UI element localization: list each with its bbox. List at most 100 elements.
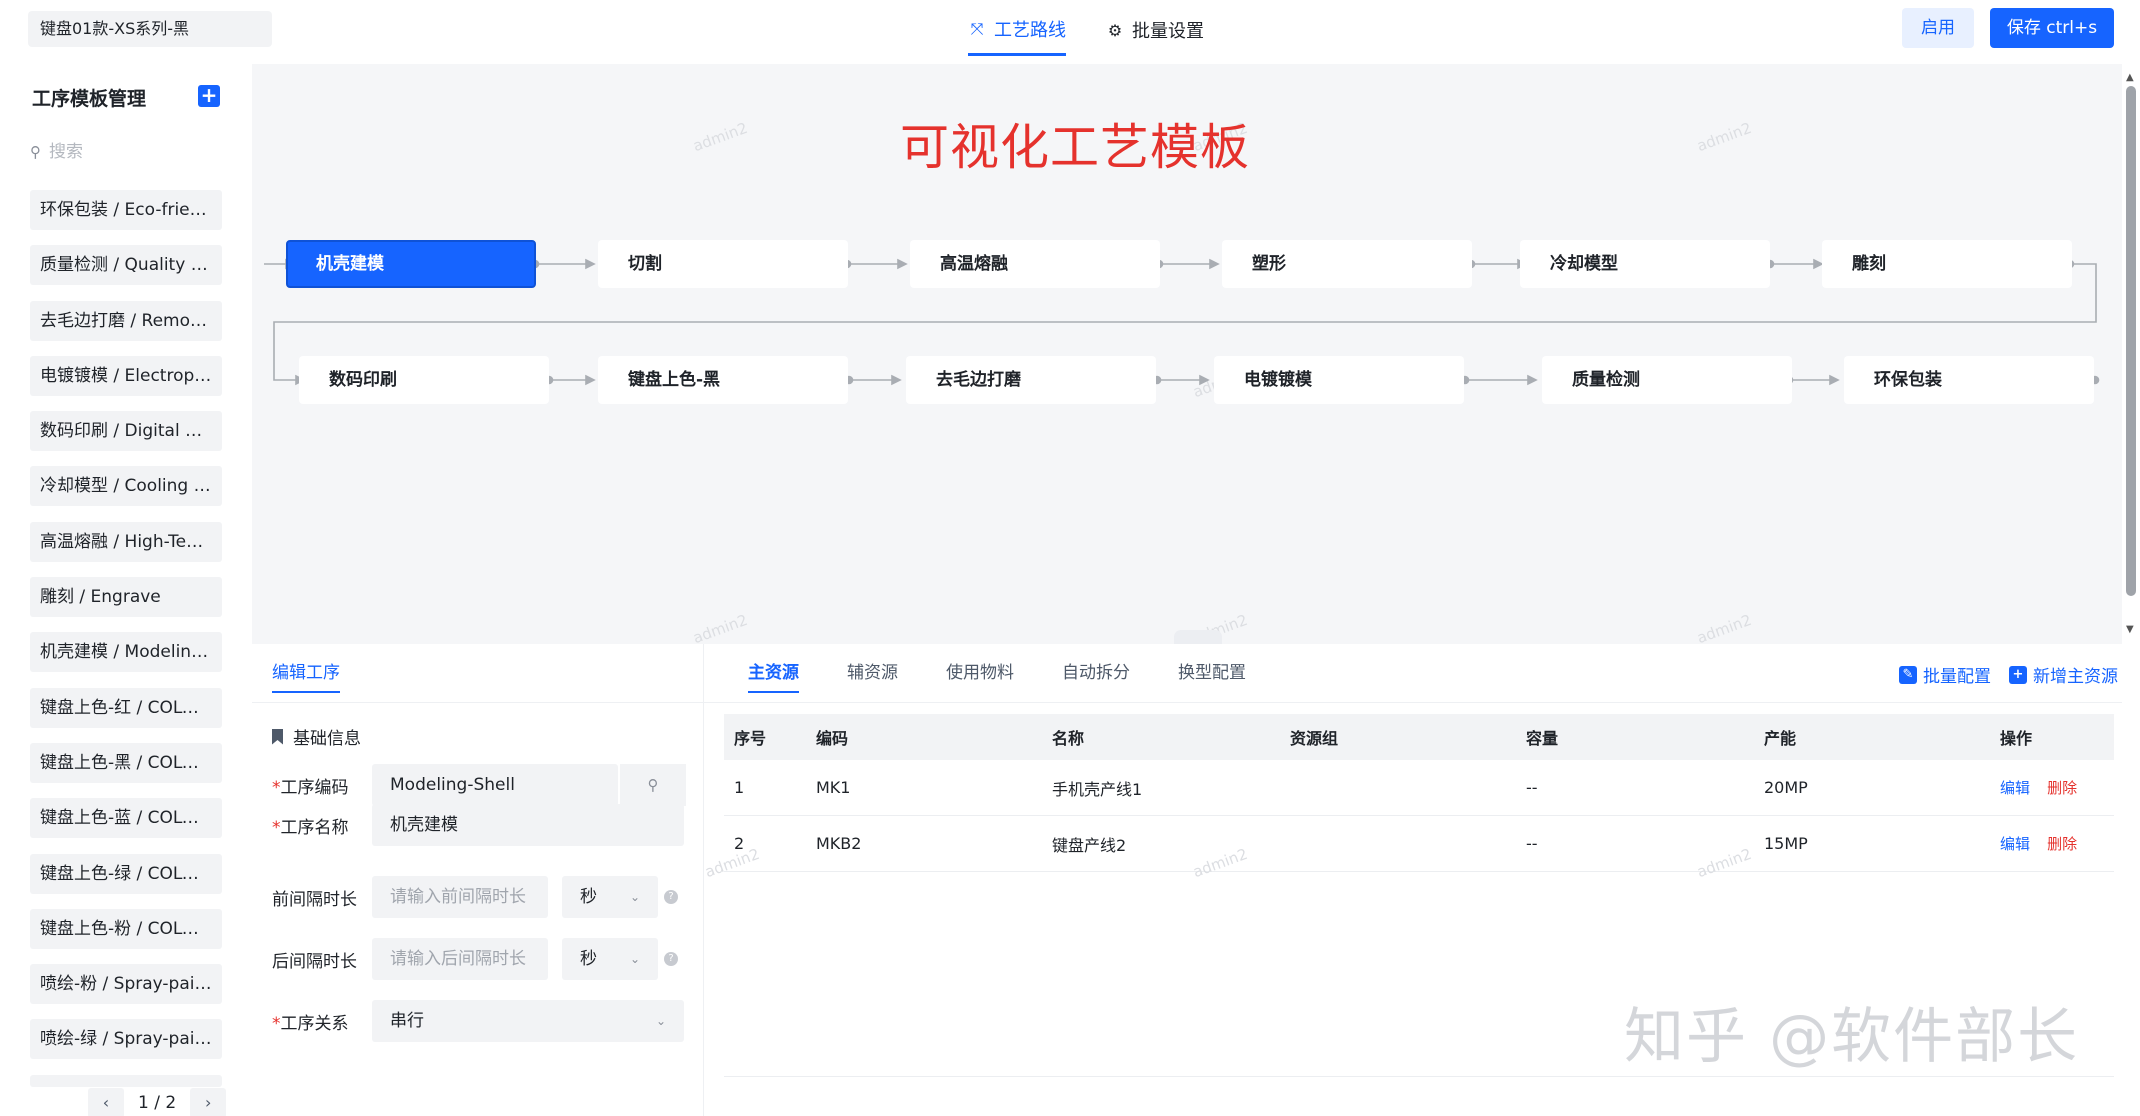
row-process-relation: *工序关系 串行 ⌄ (272, 1000, 704, 1042)
unit-value: 秒 (580, 887, 597, 907)
resource-tabs: 主资源 辅资源 使用物料 自动拆分 换型配置 (748, 658, 1246, 693)
column-header: 序号 (734, 729, 767, 748)
add-template-button[interactable]: + (198, 85, 220, 107)
help-icon[interactable]: ? (664, 952, 678, 966)
list-item[interactable]: 数码印刷 / Digital Printing (30, 411, 222, 452)
flow-node[interactable]: 质量检测 (1542, 356, 1792, 404)
pre-interval-input[interactable]: 请输入前间隔时长 (372, 876, 548, 918)
flow-node[interactable]: 高温熔融 (910, 240, 1160, 288)
list-item[interactable]: 雕刻 / Engrave (30, 577, 222, 618)
tab-edit-process[interactable]: 编辑工序 (272, 658, 340, 693)
list-item[interactable]: 环保包装 / Eco-friendly Packaging (30, 190, 222, 230)
chevron-down-icon: ⌄ (629, 952, 640, 966)
tab-aux-resource[interactable]: 辅资源 (847, 658, 898, 693)
delete-link[interactable]: 删除 (2047, 779, 2077, 797)
section-label: 基础信息 (293, 729, 361, 749)
list-item[interactable]: 键盘上色-绿 / COLOR-GREEN (30, 853, 222, 894)
field-label: *工序关系 (272, 1013, 349, 1034)
top-bar: 键盘01款-XS系列-黑 ⤧ 工艺路线 ⚙ 批量设置 启用 保存 ctrl+s (0, 0, 2140, 64)
flow-node[interactable]: 键盘上色-黑 (598, 356, 848, 404)
save-button[interactable]: 保存 ctrl+s (1990, 8, 2114, 48)
relation-value: 串行 (390, 1011, 424, 1031)
tab-process-route[interactable]: ⤧ 工艺路线 (968, 4, 1066, 56)
pre-interval-unit-select[interactable]: 秒 ⌄ (562, 876, 658, 918)
cell-code: MK1 (816, 778, 851, 797)
edit-process-panel: 编辑工序 基础信息 *工序编码 Modeling-Shell ⚲ *工序名称 机… (252, 644, 704, 1116)
cell-no: 1 (734, 778, 745, 797)
tab-changeover[interactable]: 换型配置 (1178, 658, 1246, 693)
flow-node[interactable]: 切割 (598, 240, 848, 288)
tab-batch-settings[interactable]: ⚙ 批量设置 (1106, 0, 1204, 60)
process-name-field[interactable]: 机壳建模 (372, 804, 684, 846)
enable-button[interactable]: 启用 (1902, 8, 1974, 48)
edit-link[interactable]: 编辑 (2000, 835, 2030, 853)
flow-node[interactable]: 去毛边打磨 (906, 356, 1156, 404)
scroll-up-icon[interactable]: ▲ (2126, 72, 2134, 83)
prev-page-button[interactable]: ‹ (88, 1088, 124, 1116)
process-relation-select[interactable]: 串行 ⌄ (372, 1000, 684, 1042)
batch-config-button[interactable]: ✎ 批量配置 (1899, 662, 1991, 687)
product-selector[interactable]: 键盘01款-XS系列-黑 (28, 11, 272, 47)
section-basic-info: 基础信息 (272, 724, 361, 749)
tab-auto-split[interactable]: 自动拆分 (1062, 658, 1130, 693)
list-item[interactable]: 机壳建模 / Modeling-Shell (30, 632, 222, 673)
panel-resize-handle[interactable] (1174, 630, 1222, 644)
list-item[interactable]: 喷绘-绿 / Spray-paint-green (30, 1019, 222, 1060)
add-main-resource-button[interactable]: + 新增主资源 (2009, 662, 2118, 687)
flow-node[interactable]: 数码印刷 (299, 356, 549, 404)
flow-node[interactable]: 冷却模型 (1520, 240, 1770, 288)
table-row: 1 MK1 手机壳产线1 -- 20MP 编辑 删除 (724, 760, 2114, 816)
table-header: 序号 编码 名称 资源组 容量 产能 操作 (724, 714, 2114, 760)
flow-node[interactable]: 塑形 (1222, 240, 1472, 288)
page-indicator: 1 / 2 (138, 1093, 177, 1113)
delete-link[interactable]: 删除 (2047, 835, 2077, 853)
list-item[interactable]: 键盘上色-红 / COLOR-RED (30, 687, 222, 728)
post-interval-unit-select[interactable]: 秒 ⌄ (562, 938, 658, 980)
flow-node-active[interactable]: 机壳建模 (286, 240, 536, 288)
scroll-down-icon[interactable]: ▼ (2126, 624, 2134, 635)
search-icon[interactable]: ⚲ (620, 764, 686, 806)
pagination: ‹ 1 / 2 › (88, 1088, 227, 1116)
list-item[interactable]: 去毛边打磨 / Remove Burrs (30, 300, 222, 341)
list-item (30, 1074, 222, 1087)
flow-node[interactable]: 环保包装 (1844, 356, 2094, 404)
cell-ops: 编辑 删除 (1990, 777, 2114, 798)
process-canvas[interactable]: admin2 admin2 admin2 admin2 admin2 admin… (252, 64, 2122, 644)
tab-materials[interactable]: 使用物料 (946, 658, 1014, 693)
chevron-down-icon: ⌄ (629, 890, 640, 904)
next-page-button[interactable]: › (190, 1088, 227, 1116)
cell-no: 2 (734, 834, 745, 853)
edit-icon: ✎ (1899, 665, 1917, 684)
help-icon[interactable]: ? (664, 890, 678, 904)
list-item[interactable]: 质量检测 / Quality Inspection (30, 245, 222, 286)
edit-link[interactable]: 编辑 (2000, 779, 2030, 797)
divider (724, 1076, 2114, 1077)
template-list: 环保包装 / Eco-friendly Packaging 质量检测 / Qua… (30, 190, 222, 1102)
tab-main-resource[interactable]: 主资源 (748, 658, 799, 693)
list-item[interactable]: 喷绘-粉 / Spray-paint-pink (30, 964, 222, 1005)
process-code-field[interactable]: Modeling-Shell (372, 764, 618, 806)
action-label: 新增主资源 (2033, 667, 2118, 687)
tab-label: 批量设置 (1132, 21, 1204, 42)
search-input[interactable] (49, 142, 199, 162)
flow-node[interactable]: 电镀镀模 (1214, 356, 1464, 404)
scroll-thumb[interactable] (2126, 86, 2136, 596)
canvas-scrollbar[interactable]: ▲ ▼ (2122, 64, 2140, 644)
field-label: 前间隔时长 (272, 889, 357, 910)
list-item[interactable]: 键盘上色-粉 / COLOR-PINK (30, 908, 222, 949)
resource-table: 序号 编码 名称 资源组 容量 产能 操作 1 MK1 手机壳产线1 -- 20… (724, 714, 2114, 872)
flow-connectors (264, 258, 2100, 386)
list-item[interactable]: 冷却模型 / Cooling Model (30, 466, 222, 507)
list-item[interactable]: 键盘上色-蓝 / COLOR-BLUE (30, 798, 222, 839)
post-interval-input[interactable]: 请输入后间隔时长 (372, 938, 548, 980)
tab-label: 工艺路线 (994, 19, 1066, 41)
flow-node[interactable]: 雕刻 (1822, 240, 2072, 288)
sidebar: 工序模板管理 + ⚲ 环保包装 / Eco-friendly Packaging… (0, 64, 252, 1116)
list-item[interactable]: 高温熔融 / High-Temperature Melting (30, 521, 222, 562)
column-header: 名称 (1052, 729, 1085, 748)
divider (704, 702, 2122, 703)
list-item[interactable]: 电镀镀模 / Electroplating (30, 355, 222, 396)
credit-watermark: 知乎 @软件部长 (1624, 1002, 2080, 1072)
sidebar-search: ⚲ (30, 136, 220, 168)
list-item[interactable]: 键盘上色-黑 / COLOR-BLACK (30, 742, 222, 783)
